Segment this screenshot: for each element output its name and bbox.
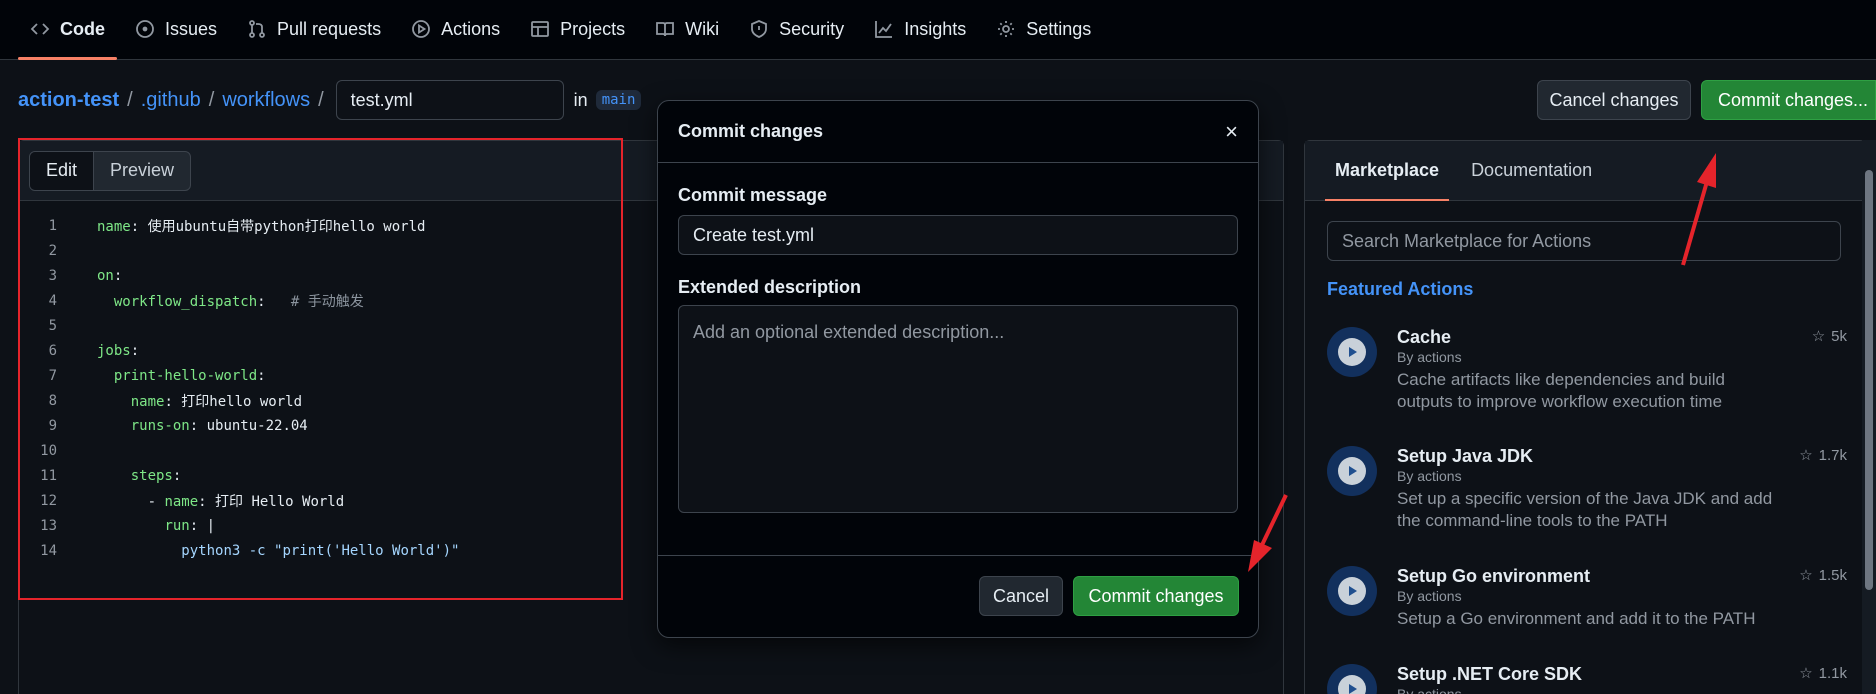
- tab-marketplace[interactable]: Marketplace: [1325, 140, 1450, 201]
- action-author: By actions: [1397, 468, 1462, 484]
- star-count: ☆ 1.7k: [1799, 446, 1847, 465]
- breadcrumb-workflows[interactable]: workflows: [222, 89, 310, 112]
- star-value: 1.7k: [1818, 446, 1847, 464]
- sidebar-tabs: Marketplace Documentation: [1305, 141, 1865, 201]
- tab-actions[interactable]: Actions: [399, 0, 512, 59]
- dialog-footer: Cancel Commit changes: [658, 555, 1258, 637]
- tab-label: Code: [60, 18, 105, 39]
- code-icon: [30, 23, 50, 35]
- commit-changes-button[interactable]: Commit changes...: [1701, 80, 1876, 120]
- tab-label: Issues: [165, 18, 218, 39]
- action-description: Set up a specific version of the Java JD…: [1397, 489, 1773, 530]
- dialog-header: Commit changes ×: [658, 101, 1258, 163]
- breadcrumb: action-test / .github / workflows / test…: [18, 80, 642, 120]
- play-icon: [412, 20, 430, 38]
- edit-preview-toggle: Edit Preview: [29, 150, 192, 191]
- action-description: Cache artifacts like dependencies and bu…: [1397, 370, 1725, 411]
- action-author: By actions: [1397, 588, 1462, 604]
- action-title[interactable]: Setup Go environment: [1397, 566, 1590, 587]
- breadcrumb-sep: /: [208, 88, 215, 111]
- action-title[interactable]: Setup .NET Core SDK: [1397, 664, 1582, 685]
- star-icon: ☆: [1799, 447, 1813, 464]
- star-icon: ☆: [1811, 328, 1826, 345]
- star-value: 1.1k: [1818, 664, 1847, 682]
- marketplace-sidebar: Marketplace Documentation Search Marketp…: [1304, 140, 1866, 694]
- tab-settings[interactable]: Settings: [984, 0, 1103, 59]
- play-icon: [1327, 664, 1377, 694]
- star-count: ☆ 1.5k: [1799, 566, 1847, 585]
- breadcrumb-sep: /: [318, 88, 324, 111]
- shield-icon: [751, 20, 768, 38]
- action-item[interactable]: Cache By actions Cache artifacts like de…: [1327, 327, 1847, 427]
- action-author: By actions: [1397, 349, 1462, 365]
- breadcrumb-github[interactable]: .github: [141, 89, 201, 112]
- star-count: ☆ 5k: [1811, 327, 1847, 346]
- play-icon: [1327, 566, 1377, 616]
- featured-actions-heading[interactable]: Featured Actions: [1327, 279, 1865, 300]
- star-icon: ☆: [1799, 665, 1813, 682]
- tab-label: Projects: [560, 18, 626, 39]
- play-icon: [1327, 446, 1377, 496]
- close-icon[interactable]: ×: [1225, 119, 1238, 145]
- breadcrumb-sep: /: [127, 88, 133, 111]
- tab-projects[interactable]: Projects: [518, 0, 637, 59]
- table-icon: [531, 21, 550, 37]
- marketplace-search-input[interactable]: Search Marketplace for Actions: [1327, 221, 1841, 261]
- cancel-button[interactable]: Cancel: [979, 576, 1063, 616]
- branch-badge: main: [595, 90, 642, 110]
- commit-dialog: Commit changes × Commit message Create t…: [657, 100, 1259, 638]
- dialog-title: Commit changes: [678, 121, 824, 141]
- cancel-changes-button[interactable]: Cancel changes: [1537, 80, 1691, 120]
- filename-input[interactable]: test.yml: [335, 80, 564, 120]
- tab-label: Wiki: [685, 18, 720, 39]
- action-title[interactable]: Setup Java JDK: [1397, 446, 1533, 467]
- commit-message-label: Commit message: [678, 185, 828, 205]
- tab-label: Insights: [904, 18, 967, 39]
- star-icon: ☆: [1799, 567, 1813, 584]
- action-item[interactable]: Setup Go environment By actions Setup a …: [1327, 566, 1847, 646]
- tab-pull-requests[interactable]: Pull requests: [235, 0, 393, 59]
- action-author: By actions: [1397, 686, 1462, 694]
- extended-description-label: Extended description: [678, 277, 862, 297]
- commit-message-input[interactable]: Create test.yml: [678, 215, 1238, 255]
- scrollbar-thumb[interactable]: [1865, 170, 1873, 590]
- edit-tab[interactable]: Edit: [30, 151, 95, 190]
- book-icon: [656, 22, 675, 37]
- action-item[interactable]: Setup .NET Core SDK By actions ☆ 1.1k: [1327, 664, 1847, 694]
- extended-description-input[interactable]: Add an optional extended description...: [678, 305, 1238, 513]
- scrollbar[interactable]: [1862, 140, 1876, 694]
- issue-icon: [136, 20, 154, 38]
- tab-issues[interactable]: Issues: [123, 0, 229, 59]
- tab-label: Actions: [441, 18, 501, 39]
- commit-button[interactable]: Commit changes: [1073, 576, 1239, 616]
- tab-documentation[interactable]: Documentation: [1461, 140, 1602, 200]
- tab-label: Security: [779, 18, 845, 39]
- star-value: 1.5k: [1818, 566, 1847, 584]
- action-title[interactable]: Cache: [1397, 327, 1451, 348]
- tab-security[interactable]: Security: [737, 0, 856, 59]
- star-count: ☆ 1.1k: [1799, 664, 1847, 683]
- tab-label: Pull requests: [277, 18, 382, 39]
- action-description: Setup a Go environment and add it to the…: [1397, 609, 1756, 628]
- preview-tab[interactable]: Preview: [94, 152, 190, 190]
- branch-in-label: in: [573, 89, 588, 110]
- star-value: 5k: [1831, 327, 1847, 345]
- pull-request-icon: [249, 20, 265, 38]
- repo-nav: Code Issues Pull requests Actions Projec…: [0, 0, 1876, 60]
- tab-label: Settings: [1026, 18, 1092, 39]
- tab-code[interactable]: Code: [18, 0, 117, 60]
- action-item[interactable]: Setup Java JDK By actions Set up a speci…: [1327, 446, 1847, 546]
- gear-icon: [998, 21, 1015, 37]
- tab-wiki[interactable]: Wiki: [643, 0, 731, 59]
- tab-insights[interactable]: Insights: [862, 0, 978, 59]
- breadcrumb-repo[interactable]: action-test: [18, 89, 119, 112]
- play-icon: [1327, 327, 1377, 377]
- graph-icon: [875, 21, 893, 38]
